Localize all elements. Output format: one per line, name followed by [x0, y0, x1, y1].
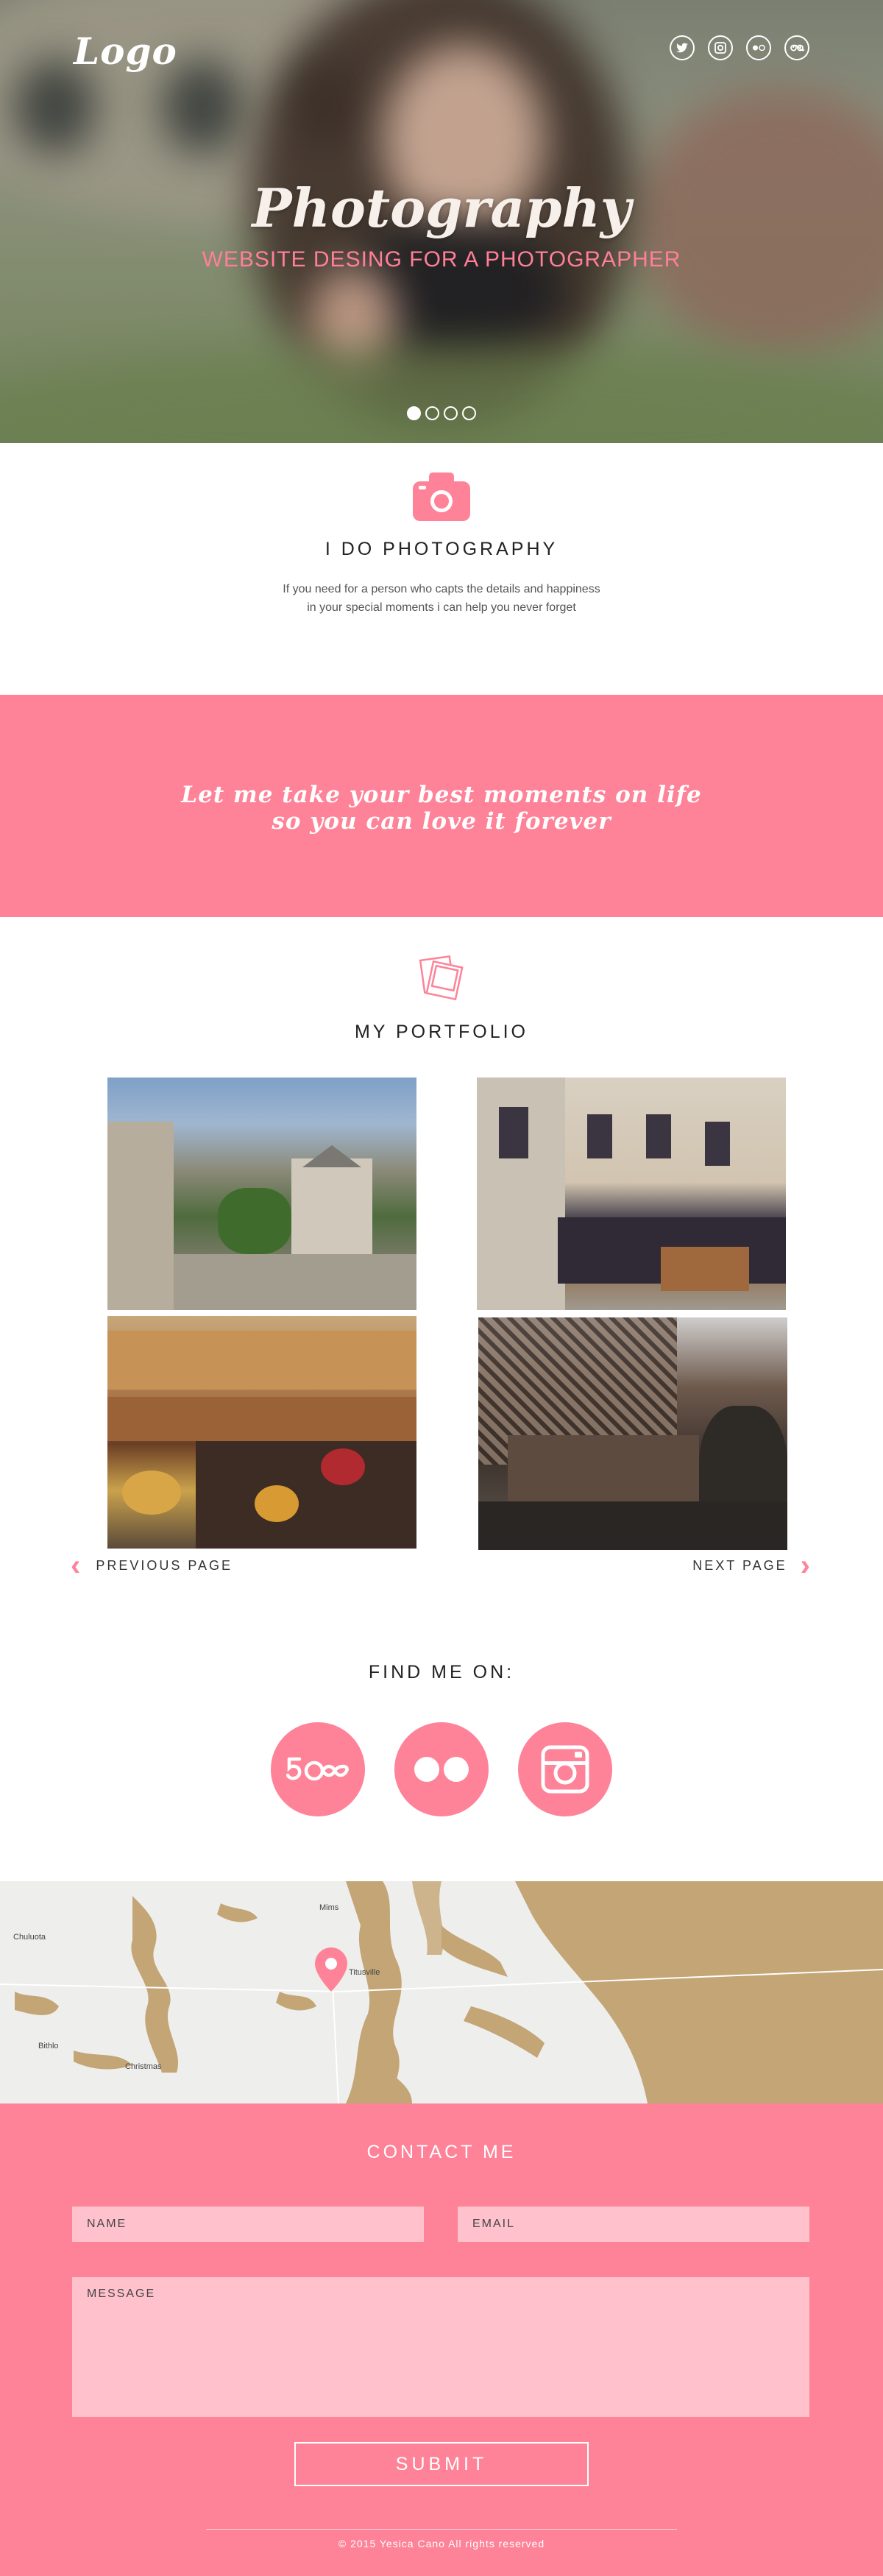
logo[interactable]: Logo: [74, 29, 177, 73]
map-label-titusville: Titusville: [349, 1968, 380, 1977]
slider-dot-4[interactable]: [462, 406, 476, 420]
chevron-left-icon: ‹: [71, 1549, 83, 1582]
name-field[interactable]: [72, 2207, 424, 2242]
portfolio-photo-castle[interactable]: [107, 1078, 416, 1310]
next-page-link[interactable]: NEXT PAGE ›: [692, 1549, 812, 1582]
find-me-heading: FIND ME ON:: [368, 1662, 515, 1682]
next-page-label: NEXT PAGE: [692, 1557, 787, 1573]
flickr-link[interactable]: [394, 1722, 489, 1816]
contact-heading: CONTACT ME: [366, 2142, 517, 2162]
camera-icon: [413, 473, 470, 521]
hero-title: Photography: [252, 177, 631, 239]
previous-page-label: PREVIOUS PAGE: [96, 1557, 233, 1573]
slider-dot-2[interactable]: [425, 406, 439, 420]
portfolio-photo-eiffel[interactable]: [478, 1317, 787, 1550]
slider-dot-3[interactable]: [444, 406, 458, 420]
polaroid-icon: [419, 955, 464, 1001]
copyright-text: © 2015 Yesica Cano All rights reserved: [338, 2538, 545, 2550]
map-label-chuluota: Chuluota: [13, 1933, 46, 1942]
intro-text-line-1: If you need for a person who capts the d…: [283, 583, 600, 595]
social-links: [670, 35, 809, 60]
instagram-icon[interactable]: [708, 35, 733, 60]
chevron-right-icon: ›: [800, 1549, 812, 1582]
quote-banner: Let me take your best moments on life so…: [0, 695, 883, 917]
portfolio-section: MY PORTFOLIO ‹ PREVIOUS PAGE NEXT PAGE ›: [0, 917, 883, 1630]
contact-section: CONTACT ME SUBMIT © 2015 Yesica Cano All…: [0, 2103, 883, 2576]
slider-dot-1[interactable]: [407, 406, 421, 420]
hero-photo-grass: [0, 346, 883, 443]
flickr-icon: [414, 1757, 469, 1782]
quote-line-2: so you can love it forever: [272, 808, 611, 835]
portfolio-photo-pastries[interactable]: [107, 1316, 416, 1549]
hero-photo-window-2: [162, 59, 243, 155]
find-me-section: FIND ME ON:: [0, 1630, 883, 1881]
intro-heading: I DO PHOTOGRAPHY: [325, 539, 558, 559]
500px-icon: [286, 1757, 349, 1781]
slider-dots: [0, 406, 883, 420]
instagram-link[interactable]: [518, 1722, 612, 1816]
instagram-icon: [541, 1745, 589, 1794]
portfolio-heading: MY PORTFOLIO: [354, 1022, 528, 1042]
find-me-links: [0, 1722, 883, 1816]
map-pin-icon[interactable]: [315, 1947, 347, 1992]
500px-link[interactable]: [271, 1722, 365, 1816]
500px-icon[interactable]: [784, 35, 809, 60]
email-field[interactable]: [458, 2207, 809, 2242]
twitter-icon[interactable]: [670, 35, 695, 60]
intro-text: If you need for a person who capts the d…: [221, 580, 662, 617]
location-map[interactable]: Mims Titusville Chuluota Bithlo Christma…: [0, 1881, 883, 2103]
footer-divider: [206, 2529, 677, 2530]
submit-button[interactable]: SUBMIT: [294, 2442, 589, 2486]
map-label-christmas: Christmas: [125, 2062, 162, 2071]
hero-subtitle: WEBSITE DESING FOR A PHOTOGRAPHER: [202, 247, 681, 272]
map-label-bithlo: Bithlo: [38, 2042, 59, 2050]
quote-line-1: Let me take your best moments on life: [181, 782, 702, 808]
intro-text-line-2: in your special moments i can help you n…: [307, 601, 576, 614]
portfolio-photo-street[interactable]: [477, 1078, 786, 1310]
message-field[interactable]: [72, 2277, 809, 2417]
hero-photo-window-1: [15, 59, 96, 155]
map-label-mims: Mims: [319, 1903, 339, 1912]
intro-section: I DO PHOTOGRAPHY If you need for a perso…: [0, 443, 883, 695]
hero-slider: Logo Photography WEBSITE DESING FOR A PH…: [0, 0, 883, 443]
flickr-icon[interactable]: [746, 35, 771, 60]
previous-page-link[interactable]: ‹ PREVIOUS PAGE: [71, 1549, 233, 1582]
